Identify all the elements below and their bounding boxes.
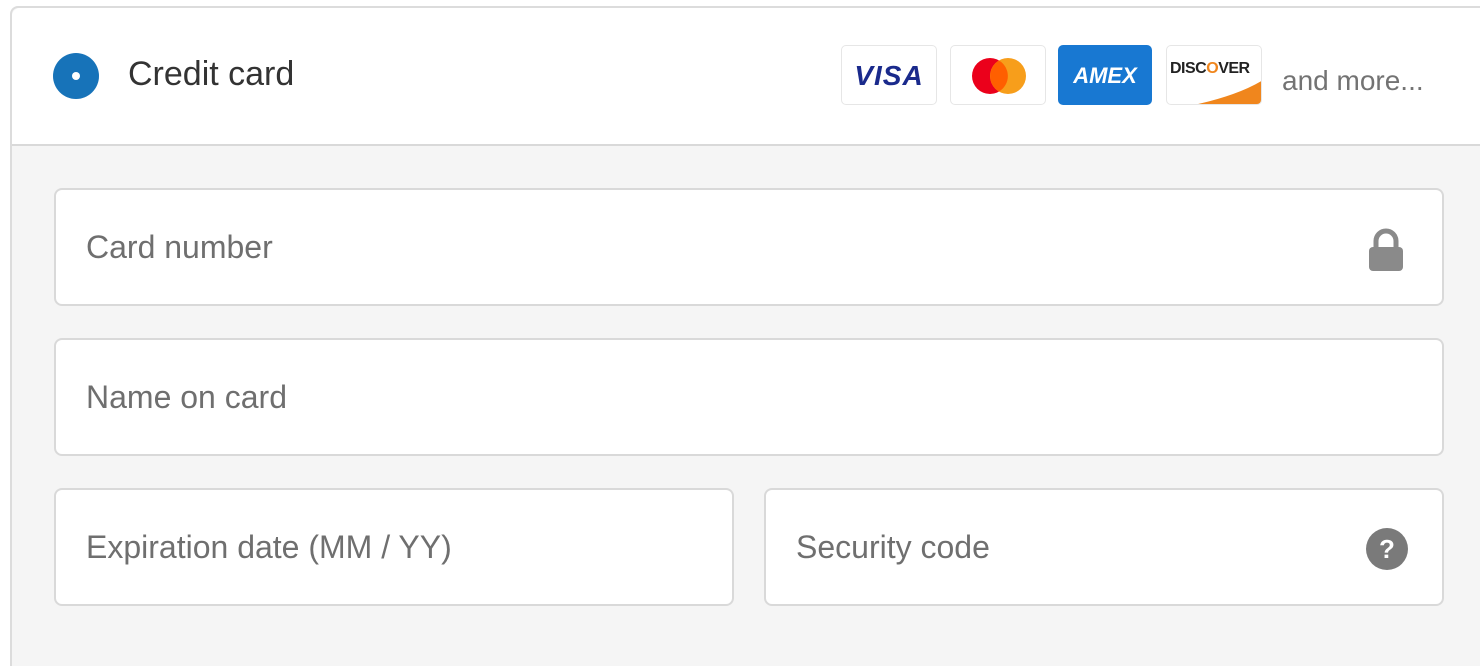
security-code-input[interactable]: [796, 490, 1362, 604]
mastercard-logo: [950, 45, 1046, 105]
card-number-input[interactable]: [86, 190, 1362, 304]
visa-logo: VISA: [841, 45, 937, 105]
security-code-field[interactable]: ?: [764, 488, 1444, 606]
amex-logo-text: AMEX: [1073, 63, 1137, 88]
discover-logo-text: DISCOVER: [1170, 60, 1250, 77]
payment-method-label[interactable]: Credit card: [128, 52, 294, 96]
name-on-card-field[interactable]: [54, 338, 1444, 456]
expiration-date-field[interactable]: [54, 488, 734, 606]
radio-selected-dot: [72, 72, 80, 80]
card-number-field[interactable]: [54, 188, 1444, 306]
question-icon[interactable]: ?: [1366, 528, 1408, 570]
expiration-date-input[interactable]: [86, 490, 652, 604]
payment-method-header: Credit card VISA AMEX DISCOVER and more.…: [12, 8, 1480, 146]
credit-card-radio[interactable]: [53, 53, 99, 99]
svg-text:?: ?: [1379, 534, 1395, 564]
discover-logo: DISCOVER: [1166, 45, 1262, 105]
lock-icon: [1366, 228, 1406, 272]
more-cards-text: and more...: [1282, 65, 1424, 96]
discover-logo-dot: O: [1206, 60, 1219, 77]
name-on-card-input[interactable]: [86, 340, 1362, 454]
visa-logo-text: VISA: [854, 60, 924, 91]
payment-panel: Credit card VISA AMEX DISCOVER and more.…: [10, 6, 1480, 666]
amex-logo: AMEX: [1058, 45, 1152, 105]
mastercard-circles-icon: [972, 58, 1026, 94]
